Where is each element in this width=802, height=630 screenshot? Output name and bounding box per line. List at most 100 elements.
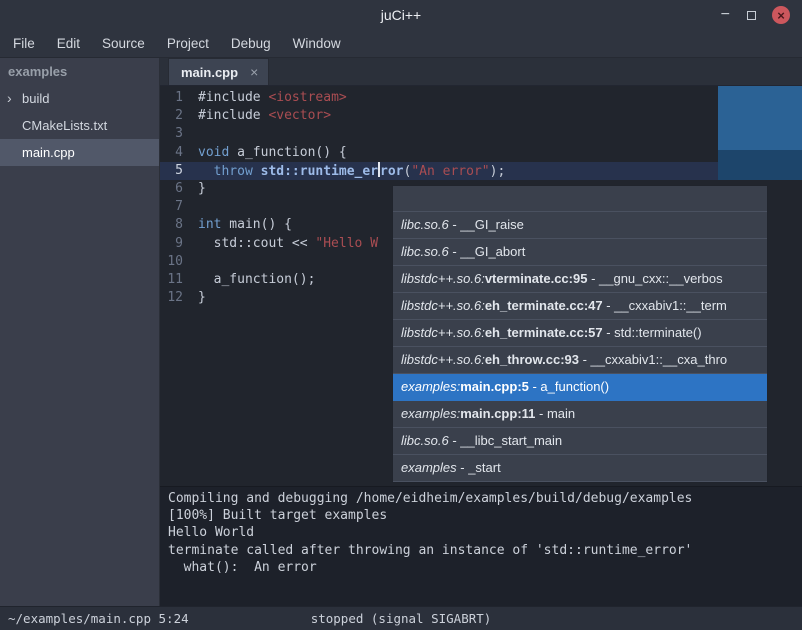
code-text: int main() { <box>190 216 292 234</box>
frame-module: libstdc++.so.6: <box>401 298 485 313</box>
code-segment: void <box>198 145 229 160</box>
file-tree: ›build CMakeLists.txt main.cpp <box>0 85 159 166</box>
minimize-button[interactable]: − <box>721 10 730 20</box>
code-segment: ror <box>380 164 403 179</box>
sidebar-item-cmakelists-txt[interactable]: CMakeLists.txt <box>0 112 159 139</box>
frame-module: libstdc++.so.6: <box>401 325 485 340</box>
stack-trace-popup: libc.so.6 - __GI_raiselibc.so.6 - __GI_a… <box>392 185 768 483</box>
menu-source[interactable]: Source <box>91 30 156 57</box>
stack-frame-1[interactable]: libc.so.6 - __GI_abort <box>393 239 767 266</box>
terminal-line: Compiling and debugging /home/eidheim/ex… <box>168 490 794 507</box>
line-number: 11 <box>160 271 190 289</box>
tab-main-cpp[interactable]: main.cpp × <box>168 58 269 85</box>
frame-location: eh_throw.cc:93 <box>485 352 579 367</box>
code-segment: #include <box>198 90 268 105</box>
line-number: 9 <box>160 235 190 253</box>
stack-popup-spacer <box>393 186 767 212</box>
code-line-2[interactable]: 2#include <vector> <box>160 107 802 125</box>
frame-module: libc.so.6 <box>401 433 449 448</box>
code-segment <box>253 164 261 179</box>
stack-frame-8[interactable]: libc.so.6 - __libc_start_main <box>393 428 767 455</box>
frame-module: libstdc++.so.6: <box>401 352 485 367</box>
frame-function: - a_function() <box>529 379 609 394</box>
maximize-button[interactable] <box>745 9 757 21</box>
code-segment: #include <box>198 108 268 123</box>
code-line-4[interactable]: 4void a_function() { <box>160 144 802 162</box>
frame-function: - std::terminate() <box>603 325 702 340</box>
sidebar-item-build[interactable]: ›build <box>0 85 159 112</box>
stack-frame-3[interactable]: libstdc++.so.6:eh_terminate.cc:47 - __cx… <box>393 293 767 320</box>
menubar: FileEditSourceProjectDebugWindow <box>0 30 802 58</box>
line-number: 7 <box>160 198 190 216</box>
code-segment: int <box>198 217 221 232</box>
code-segment: main() { <box>221 217 291 232</box>
terminal-line: terminate called after throwing an insta… <box>168 542 794 559</box>
frame-module: examples: <box>401 379 460 394</box>
tab-label: main.cpp <box>181 65 238 80</box>
menu-debug[interactable]: Debug <box>220 30 282 57</box>
code-text: throw std::runtime_error("An error"); <box>190 162 505 180</box>
line-number: 1 <box>160 89 190 107</box>
file-label: CMakeLists.txt <box>22 118 107 133</box>
menu-window[interactable]: Window <box>282 30 352 57</box>
editor-column: main.cpp × 1#include <iostream>2#include… <box>160 58 802 606</box>
menu-edit[interactable]: Edit <box>46 30 91 57</box>
frame-function: - __gnu_cxx::__verbos <box>587 271 722 286</box>
stack-frame-list: libc.so.6 - __GI_raiselibc.so.6 - __GI_a… <box>393 212 767 482</box>
code-text <box>190 125 198 143</box>
line-number: 2 <box>160 107 190 125</box>
maximize-icon <box>747 11 756 20</box>
line-number: 10 <box>160 253 190 271</box>
code-segment: std::runtime_er <box>261 164 378 179</box>
menu-project[interactable]: Project <box>156 30 220 57</box>
code-line-1[interactable]: 1 #include <iostream> <box>160 89 802 107</box>
frame-module: libc.so.6 <box>401 244 449 259</box>
close-button[interactable]: × <box>772 6 790 24</box>
terminal-line: [100%] Built target examples <box>168 507 794 524</box>
project-title: examples <box>0 58 159 85</box>
window-title: juCi++ <box>0 7 802 23</box>
stack-frame-0[interactable]: libc.so.6 - __GI_raise <box>393 212 767 239</box>
code-segment: <vector> <box>268 108 331 123</box>
stack-frame-6[interactable]: examples:main.cpp:5 - a_function() <box>393 374 767 401</box>
code-segment: a_function(); <box>198 272 315 287</box>
code-editor[interactable]: 1#include <iostream>2#include <vector>34… <box>160 86 802 486</box>
code-text: a_function(); <box>190 271 315 289</box>
stack-frame-4[interactable]: libstdc++.so.6:eh_terminate.cc:57 - std:… <box>393 320 767 347</box>
stack-frame-7[interactable]: examples:main.cpp:11 - main <box>393 401 767 428</box>
frame-location: eh_terminate.cc:47 <box>485 298 603 313</box>
code-segment: } <box>198 290 206 305</box>
tabbar: main.cpp × <box>160 58 802 86</box>
main-area: examples ›build CMakeLists.txt main.cpp ma… <box>0 58 802 606</box>
tab-close-icon[interactable]: × <box>250 64 258 80</box>
stack-frame-2[interactable]: libstdc++.so.6:vterminate.cc:95 - __gnu_… <box>393 266 767 293</box>
menu-file[interactable]: File <box>2 30 46 57</box>
code-segment: "An error" <box>411 164 489 179</box>
code-text <box>190 198 198 216</box>
frame-location: main.cpp:11 <box>460 406 535 421</box>
frame-module: examples: <box>401 406 460 421</box>
frame-function: - _start <box>457 460 501 475</box>
frame-function: - __GI_abort <box>449 244 526 259</box>
terminal-output[interactable]: Compiling and debugging /home/eidheim/ex… <box>160 486 802 606</box>
line-number: 12 <box>160 289 190 307</box>
stack-frame-9[interactable]: examples - _start <box>393 455 767 482</box>
code-text: void a_function() { <box>190 144 347 162</box>
app-window: juCi++ − × FileEditSourceProjectDebugWin… <box>0 0 802 630</box>
code-line-3[interactable]: 3 <box>160 125 802 143</box>
frame-function: - main <box>535 406 575 421</box>
sidebar: examples ›build CMakeLists.txt main.cpp <box>0 58 160 606</box>
editor-tooltip-panel-footer <box>718 150 802 180</box>
sidebar-item-main-cpp[interactable]: main.cpp <box>0 139 159 166</box>
code-segment: std::cout << <box>198 236 315 251</box>
file-label: main.cpp <box>22 145 75 160</box>
code-segment: <iostream> <box>268 90 346 105</box>
frame-location: eh_terminate.cc:57 <box>485 325 603 340</box>
code-text: #include <vector> <box>190 107 331 125</box>
stack-frame-5[interactable]: libstdc++.so.6:eh_throw.cc:93 - __cxxabi… <box>393 347 767 374</box>
code-segment <box>198 164 214 179</box>
terminal-line: Hello World <box>168 524 794 541</box>
code-line-5[interactable]: 5 throw std::runtime_error("An error"); <box>160 162 802 180</box>
frame-location: vterminate.cc:95 <box>485 271 588 286</box>
chevron-right-icon[interactable]: › <box>7 85 12 112</box>
